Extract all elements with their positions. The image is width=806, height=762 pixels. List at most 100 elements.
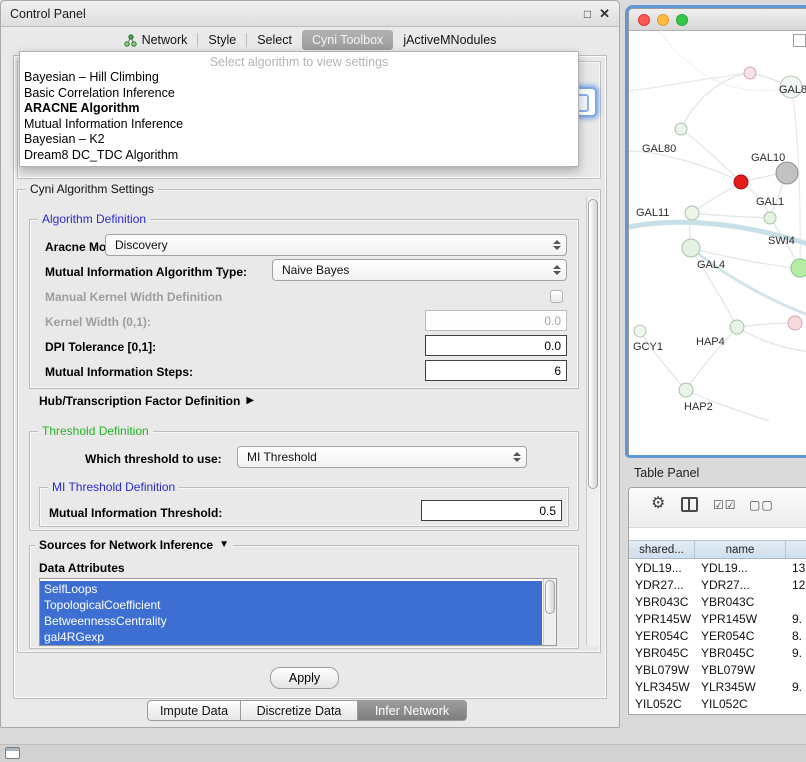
settings-scrollbar-thumb[interactable]: [588, 199, 598, 489]
minimize-traffic-light-icon[interactable]: [657, 14, 669, 26]
group-title: MI Threshold Definition: [48, 480, 179, 494]
table-row[interactable]: YIL052C YIL052C: [629, 695, 806, 712]
select-all-checkboxes-icon[interactable]: ☑☑: [713, 499, 737, 511]
node-label: GCY1: [633, 341, 663, 353]
kernel-width-label: Kernel Width (0,1):: [45, 315, 151, 329]
manual-kernel-width-label: Manual Kernel Width Definition: [45, 290, 222, 304]
mi-steps-label: Mutual Information Steps:: [45, 365, 193, 379]
tab-infer-network[interactable]: Infer Network: [357, 700, 467, 721]
table-row[interactable]: YER054C YER054C 8.: [629, 627, 806, 644]
mi-steps-input[interactable]: [425, 360, 567, 381]
graph-node[interactable]: [764, 212, 776, 224]
list-item-gal4rgexp[interactable]: gal4RGexp: [40, 629, 542, 645]
apply-button[interactable]: Apply: [270, 667, 339, 689]
node-label: SWI4: [768, 235, 795, 247]
graph-node-gray[interactable]: [776, 162, 798, 184]
tab-impute-data[interactable]: Impute Data: [147, 700, 241, 721]
graph-node[interactable]: [675, 123, 687, 135]
mi-algorithm-type-select[interactable]: Naive Bayes: [272, 259, 567, 281]
table-row[interactable]: YBR043C YBR043C: [629, 593, 806, 610]
table-panel-window: ⚙ ☑☑ ▢▢ shared... name YDL19... YDL19...…: [628, 487, 806, 715]
graph-node[interactable]: [685, 206, 699, 220]
graph-node-selected-red[interactable]: [734, 175, 748, 189]
list-item-topologicalcoefficient[interactable]: TopologicalCoefficient: [40, 597, 542, 613]
node-label: GAL1: [756, 196, 784, 208]
table-row[interactable]: YBR045C YBR045C 9.: [629, 644, 806, 661]
which-threshold-select[interactable]: MI Threshold: [237, 446, 527, 468]
node-label: GAL4: [697, 259, 725, 271]
group-title: Threshold Definition: [38, 424, 153, 438]
manual-kernel-width-checkbox[interactable]: [550, 290, 563, 303]
which-threshold-label: Which threshold to use:: [85, 452, 222, 466]
table-row[interactable]: YLR345W YLR345W 9.: [629, 678, 806, 695]
zoom-traffic-light-icon[interactable]: [676, 14, 688, 26]
dropdown-item-basic-correlation[interactable]: Basic Correlation Inference: [20, 86, 578, 102]
graph-node[interactable]: [682, 239, 700, 257]
graph-node[interactable]: [788, 316, 802, 330]
window-title: Control Panel: [10, 7, 86, 21]
data-attributes-list[interactable]: SelfLoops TopologicalCoefficient Between…: [39, 578, 557, 646]
data-attributes-label: Data Attributes: [39, 561, 125, 575]
table-body: YDL19... YDL19... 13 YDR27... YDR27... 1…: [629, 559, 806, 714]
graph-edges: [629, 73, 806, 421]
close-icon[interactable]: ✕: [599, 7, 610, 20]
network-canvas[interactable]: GAL8 GAL80 GAL10 GAL1 GAL11 SWI4 GAL4 GC…: [629, 31, 806, 455]
dropdown-item-aracne[interactable]: ARACNE Algorithm: [20, 101, 578, 117]
table-row[interactable]: YDL19... YDL19... 13: [629, 559, 806, 576]
scroll-corner[interactable]: [793, 34, 806, 47]
aracne-mode-select[interactable]: Discovery: [105, 234, 567, 256]
column-header-partial[interactable]: [786, 541, 806, 558]
tab-cyni-toolbox[interactable]: Cyni Toolbox: [302, 30, 393, 50]
table-row[interactable]: YPR145W YPR145W 9.: [629, 610, 806, 627]
close-traffic-light-icon[interactable]: [638, 14, 650, 26]
sources-section-toggle[interactable]: Sources for Network Inference ▼: [35, 538, 233, 552]
float-window-icon[interactable]: □: [584, 8, 591, 20]
graph-node[interactable]: [679, 383, 693, 397]
dropdown-item-dream8[interactable]: Dream8 DC_TDC Algorithm: [20, 148, 578, 164]
table-row[interactable]: YBL079W YBL079W: [629, 661, 806, 678]
tab-style[interactable]: Style: [198, 30, 246, 50]
tab-label: Select: [257, 33, 292, 47]
column-header-shared[interactable]: shared...: [629, 541, 695, 558]
graph-node[interactable]: [791, 259, 806, 277]
node-label: GAL8: [779, 84, 806, 96]
tab-label: Network: [142, 33, 188, 47]
graph-labels: GAL8 GAL80 GAL10 GAL1 GAL11 SWI4 GAL4 GC…: [633, 84, 806, 413]
minimized-panel-icon[interactable]: [5, 747, 20, 759]
mi-algorithm-type-label: Mutual Information Algorithm Type:: [45, 265, 247, 279]
graph-node[interactable]: [634, 325, 646, 337]
bottom-tabbar: Impute Data Discretize Data Infer Networ…: [147, 700, 467, 721]
settings-scrollbar[interactable]: [586, 197, 599, 645]
table-row[interactable]: YDR27... YDR27... 12: [629, 576, 806, 593]
kernel-width-input[interactable]: [425, 310, 567, 331]
list-scrollbar[interactable]: [543, 579, 556, 645]
table-header-row: shared... name: [629, 540, 806, 559]
control-panel-titlebar[interactable]: Control Panel □ ✕: [1, 1, 619, 27]
tab-label: Cyni Toolbox: [312, 33, 383, 47]
deselect-all-checkboxes-icon[interactable]: ▢▢: [749, 499, 774, 511]
tab-select[interactable]: Select: [247, 30, 302, 50]
node-label: GAL10: [751, 152, 785, 164]
graph-node[interactable]: [730, 320, 744, 334]
network-window-titlebar[interactable]: [629, 9, 806, 31]
mi-threshold-input[interactable]: [421, 500, 562, 521]
list-item-selfloops[interactable]: SelfLoops: [40, 581, 542, 597]
dpi-tolerance-input[interactable]: [425, 335, 567, 356]
dropdown-item-bayesian-k2[interactable]: Bayesian – K2: [20, 132, 578, 148]
stepper-icon: [552, 240, 562, 250]
dropdown-item-mutual-information[interactable]: Mutual Information Inference: [20, 117, 578, 133]
tab-discretize-data[interactable]: Discretize Data: [240, 700, 358, 721]
list-scrollbar-thumb[interactable]: [545, 580, 555, 614]
desktop-bottom-strip: [0, 744, 806, 762]
network-graph[interactable]: GAL8 GAL80 GAL10 GAL1 GAL11 SWI4 GAL4 GC…: [629, 31, 806, 455]
hub-section-toggle[interactable]: Hub/Transcription Factor Definition ▶: [39, 394, 254, 408]
list-item-betweennesscentrality[interactable]: BetweennessCentrality: [40, 613, 542, 629]
tab-network[interactable]: Network: [114, 30, 198, 50]
tab-jactivemnodules[interactable]: jActiveMNodules: [393, 30, 506, 50]
graph-node[interactable]: [744, 67, 756, 79]
columns-icon[interactable]: [681, 497, 698, 512]
dropdown-item-bayesian-hill-climbing[interactable]: Bayesian – Hill Climbing: [20, 70, 578, 86]
gear-icon[interactable]: ⚙: [651, 496, 665, 512]
column-header-name[interactable]: name: [695, 541, 786, 558]
control-panel-tabbar: Network Style Select Cyni Toolbox jActiv…: [1, 27, 619, 53]
